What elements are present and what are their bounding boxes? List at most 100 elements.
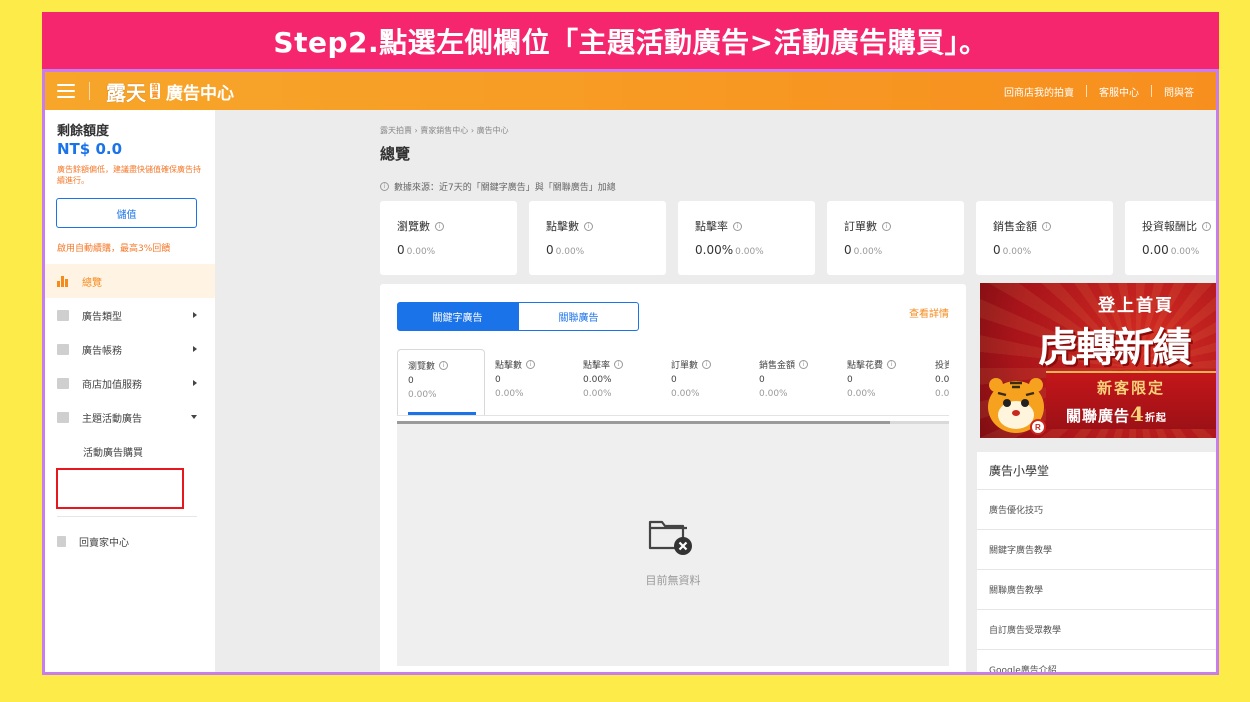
- top-link-support[interactable]: 客服中心: [1087, 84, 1151, 99]
- logo-wordmark: 露天: [106, 80, 146, 105]
- hamburger-menu-icon[interactable]: [57, 84, 75, 98]
- top-link-my-store[interactable]: 回商店我的拍賣: [992, 84, 1086, 99]
- academy-link[interactable]: 廣告優化技巧: [977, 490, 1216, 530]
- card-label: 點擊率: [695, 220, 728, 233]
- svg-text:R: R: [1035, 423, 1041, 432]
- metric-percent: 0.00%: [671, 389, 700, 399]
- metric-label: 點擊率: [583, 361, 611, 371]
- info-icon[interactable]: i: [882, 221, 891, 231]
- promo-offer-suffix: 折起: [1144, 413, 1167, 424]
- logo[interactable]: 露天 拍賣 廣告中心: [106, 77, 234, 106]
- data-source-text: 數據來源：近7天的「關鍵字廣告」與「關聯廣告」加總: [394, 183, 616, 193]
- academy-link[interactable]: Google廣告介紹: [977, 650, 1216, 672]
- academy-link[interactable]: 關聯廣告教學: [977, 570, 1216, 610]
- card-value: 0: [546, 243, 554, 257]
- top-link-faq[interactable]: 問與答: [1152, 84, 1206, 99]
- highlight-box: [56, 468, 184, 509]
- sidebar-subitem-campaign-purchase[interactable]: 活動廣告購買: [45, 434, 215, 468]
- info-icon: i: [526, 360, 536, 369]
- metric-value: 0: [759, 375, 765, 385]
- metric-tab[interactable]: 點擊數 i 0 0.00%: [485, 349, 573, 415]
- promo-offer-text: 關聯廣告: [1066, 407, 1131, 425]
- metric-tab[interactable]: 瀏覽數 i 0 0.00%: [397, 349, 485, 415]
- info-icon: i: [799, 360, 809, 369]
- summary-card: 瀏覽數 i 0 0.00%: [380, 201, 517, 275]
- tab-keyword-ads[interactable]: 關鍵字廣告: [397, 302, 518, 331]
- promo-offer-number: 4: [1130, 402, 1145, 426]
- sidebar-item-label: 商店加值服務: [82, 379, 142, 391]
- balance-title: 剩餘額度: [57, 124, 110, 139]
- promo-subtitle: 新客限定: [1097, 379, 1166, 397]
- academy-link[interactable]: 關鍵字廣告教學: [977, 530, 1216, 570]
- metric-tab[interactable]: 投資 0.0 0.0: [925, 349, 949, 415]
- campaign-icon: [57, 411, 69, 423]
- view-details-link[interactable]: 查看詳情: [909, 305, 949, 320]
- exit-icon: [57, 535, 66, 547]
- sidebar-item-campaign-ads[interactable]: 主題活動廣告: [45, 400, 215, 434]
- sidebar-item-label: 廣告類型: [82, 311, 122, 323]
- promo-headline: 登上首頁: [1098, 296, 1174, 316]
- summary-card: 銷售金額 i 0 0.00%: [976, 201, 1113, 275]
- data-source-note: i 數據來源：近7天的「關鍵字廣告」與「關聯廣告」加總: [380, 180, 616, 193]
- chevron-right-icon: [193, 380, 197, 386]
- promo-banner[interactable]: 登上首頁 虎轉新績 新客限定 關聯廣告4折起 R: [980, 283, 1216, 438]
- academy-title: 廣告小學堂: [977, 452, 1216, 490]
- deposit-button[interactable]: 儲值: [56, 198, 197, 228]
- info-icon: i: [614, 360, 624, 369]
- info-icon[interactable]: i: [584, 221, 593, 231]
- summary-card: 投資報酬比 i 0.00 0.00%: [1125, 201, 1216, 275]
- metric-label: 銷售金額: [759, 361, 796, 371]
- sidebar-item-billing[interactable]: 廣告帳務: [45, 332, 215, 366]
- sidebar-item-label: 主題活動廣告: [82, 413, 142, 425]
- info-icon[interactable]: i: [1042, 221, 1051, 231]
- chevron-right-icon: [193, 312, 197, 318]
- card-value: 0: [397, 243, 405, 257]
- metric-tab[interactable]: 銷售金額 i 0 0.00%: [749, 349, 837, 415]
- metric-tab[interactable]: 點擊花費 i 0 0.00%: [837, 349, 925, 415]
- metric-label: 點擊數: [495, 361, 523, 371]
- info-icon[interactable]: i: [1202, 221, 1211, 231]
- metric-tab[interactable]: 訂單數 i 0 0.00%: [661, 349, 749, 415]
- sidebar-item-back-to-seller[interactable]: 回賣家中心: [45, 524, 215, 558]
- metric-label: 投資: [935, 361, 949, 371]
- card-percent: 0.00%: [406, 247, 436, 257]
- card-value: 0.00%: [695, 243, 734, 257]
- metric-value: 0: [408, 376, 414, 386]
- card-percent: 0.00%: [1002, 247, 1032, 257]
- sidebar-item-ad-types[interactable]: 廣告類型: [45, 298, 215, 332]
- metric-percent: 0.00%: [759, 389, 788, 399]
- info-icon[interactable]: i: [733, 221, 742, 231]
- metric-label: 點擊花費: [847, 361, 884, 371]
- sidebar-item-overview[interactable]: 總覽: [45, 264, 215, 298]
- card-label: 銷售金額: [993, 220, 1037, 233]
- info-icon: i: [439, 361, 449, 370]
- metric-tab[interactable]: 點擊率 i 0.00% 0.00%: [573, 349, 661, 415]
- empty-state-text: 目前無資料: [645, 574, 701, 587]
- card-label: 瀏覽數: [397, 220, 430, 233]
- card-value: 0.00: [1142, 243, 1169, 257]
- logo-badge: 拍賣: [150, 83, 160, 99]
- metric-value: 0: [671, 375, 677, 385]
- metric-percent: 0.00%: [847, 389, 876, 399]
- autopay-link[interactable]: 啟用自動續購，最高3%回饋: [57, 241, 170, 254]
- metric-percent: 0.00%: [408, 390, 437, 400]
- tiger-mascot-icon: R: [988, 378, 1046, 435]
- balance-warning: 廣告餘額偏低，建議盡快儲值確保廣告持續進行。: [57, 165, 201, 185]
- sidebar-item-store-services[interactable]: 商店加值服務: [45, 366, 215, 400]
- card-percent: 0.00%: [555, 247, 585, 257]
- info-icon: i: [380, 182, 389, 191]
- info-icon: i: [702, 360, 712, 369]
- info-icon[interactable]: i: [435, 221, 444, 231]
- store-service-icon: [57, 377, 69, 389]
- summary-card: 點擊率 i 0.00% 0.00%: [678, 201, 815, 275]
- card-value: 0: [844, 243, 852, 257]
- summary-cards: 瀏覽數 i 0 0.00% 點擊數 i 0 0.00% 點擊率 i 0.00% 0.00% …: [380, 201, 1216, 275]
- screenshot-frame: 露天 拍賣 廣告中心 回商店我的拍賣 客服中心 問與答 剩餘額度 NT$ 0.0…: [42, 69, 1219, 675]
- instruction-banner: Step2.點選左側欄位「主題活動廣告>活動廣告購買」。: [42, 12, 1219, 69]
- metric-percent: 0.00%: [495, 389, 524, 399]
- breadcrumb: 露天拍賣 › 賣家銷售中心 › 廣告中心: [380, 126, 509, 135]
- academy-link[interactable]: 自訂廣告受眾教學: [977, 610, 1216, 650]
- card-label: 投資報酬比: [1142, 220, 1197, 233]
- top-links: 回商店我的拍賣 客服中心 問與答: [992, 84, 1206, 99]
- tab-related-ads[interactable]: 關聯廣告: [518, 302, 639, 331]
